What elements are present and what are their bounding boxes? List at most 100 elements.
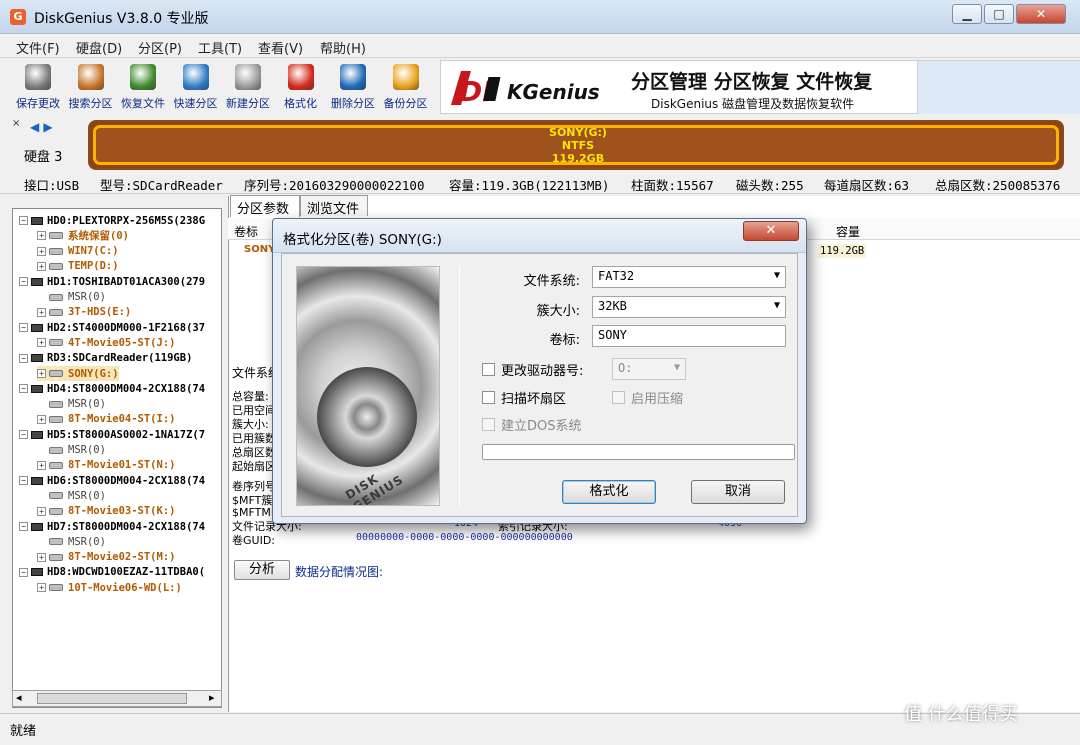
tab-browse-files[interactable]: 浏览文件 — [300, 195, 368, 217]
tree-partition-node[interactable]: + 系统保留(0) — [37, 228, 129, 243]
tree-expander-icon[interactable]: + — [37, 460, 46, 470]
enable-compression-checkbox[interactable] — [612, 391, 625, 404]
tree-expander-icon[interactable]: + — [37, 231, 46, 241]
tree-disk-node[interactable]: − HD2:ST4000DM000-1F2168(37 — [19, 320, 205, 335]
partition-bar-fs: NTFS — [561, 139, 595, 152]
tree-partition-node[interactable]: +10T-Movie06-WD(L:) — [37, 580, 182, 595]
menu-tools[interactable]: 工具(T) — [198, 38, 242, 57]
recover-box-icon — [130, 64, 156, 90]
tree-disk-node[interactable]: − HD8:WDCWD100EZAZ-11TDBA0( — [19, 565, 205, 580]
tree-expander-icon[interactable]: + — [37, 414, 46, 424]
tree-expander-icon[interactable]: + — [37, 246, 46, 256]
scroll-right-icon[interactable]: ▸ — [209, 691, 215, 704]
tree-partition-node[interactable]: +8T-Movie04-ST(I:) — [37, 412, 175, 427]
tree-partition-node[interactable]: MSR(0) — [37, 397, 106, 412]
drive-letter-select[interactable]: O: ▼ — [612, 358, 686, 380]
tree-expander-icon[interactable]: − — [19, 522, 28, 531]
menu-view[interactable]: 查看(V) — [258, 38, 303, 57]
tree-horizontal-scrollbar[interactable]: ◂ ▸ — [12, 690, 222, 707]
scan-bad-sectors-checkbox[interactable] — [482, 391, 495, 404]
toolbar-button-2[interactable]: 搜索分区 — [65, 60, 117, 114]
menu-help[interactable]: 帮助(H) — [320, 38, 366, 57]
tree-partition-node[interactable]: +3T-HDS(E:) — [37, 305, 131, 320]
toolbar-button-7[interactable]: 删除分区 — [327, 60, 379, 114]
toolbar-button-8[interactable]: 备份分区 — [380, 60, 432, 114]
toolbar-button-6[interactable]: 格式化 — [275, 60, 327, 114]
tree-partition-node[interactable]: MSR(0) — [37, 534, 106, 549]
tree-disk-node[interactable]: − HD4:ST8000DM004-2CX188(74 — [19, 381, 205, 396]
change-drive-letter-checkbox[interactable] — [482, 363, 495, 376]
tree-partition-node[interactable]: MSR(0) — [37, 443, 106, 458]
tree-partition-node[interactable]: MSR(0) — [37, 290, 106, 305]
tree-expander-icon[interactable]: − — [19, 353, 28, 363]
tree-expander-icon[interactable]: − — [19, 323, 28, 333]
tree-expander-icon[interactable]: + — [37, 307, 46, 317]
tree-disk-node[interactable]: − HD6:ST8000DM004-2CX188(74 — [19, 473, 205, 488]
tab-partition-params[interactable]: 分区参数 — [230, 195, 300, 217]
tree-expander-icon[interactable]: + — [37, 261, 46, 271]
scroll-left-icon[interactable]: ◂ — [16, 691, 22, 704]
scan-bad-sectors-label[interactable]: 扫描坏扇区 — [501, 388, 566, 407]
column-volume[interactable]: 卷标 — [234, 223, 258, 240]
tree-partition-node[interactable]: +8T-Movie03-ST(K:) — [37, 504, 175, 519]
format-button[interactable]: 格式化 — [562, 480, 656, 504]
tree-expander-icon[interactable]: − — [19, 277, 28, 287]
tree-partition-node[interactable]: +8T-Movie02-ST(M:) — [37, 550, 175, 565]
tree-disk-node[interactable]: − HD5:ST8000AS0002-1NA17Z(7 — [19, 427, 205, 442]
disk-nav-arrows-icon[interactable]: ◀ ▶ — [30, 120, 53, 134]
hard-disk-icon — [31, 277, 43, 286]
scrollbar-thumb[interactable] — [37, 693, 187, 704]
tree-expander-icon[interactable]: − — [19, 476, 28, 486]
enable-compression-label[interactable]: 启用压缩 — [631, 388, 683, 407]
tree-disk-node[interactable]: − HD1:TOSHIBADT01ACA300(279 — [19, 274, 205, 289]
tree-expander-icon[interactable]: + — [37, 369, 46, 378]
toolbar-button-4[interactable]: 快速分区 — [170, 60, 222, 114]
minimize-button[interactable]: ▁ — [952, 4, 982, 24]
tree-disk-node[interactable]: − HD0:PLEXTORPX-256M5S(238G — [19, 213, 205, 228]
toolbar-button-3[interactable]: 恢复文件 — [117, 60, 169, 114]
change-drive-letter-label[interactable]: 更改驱动器号: — [501, 360, 583, 379]
tree-partition-node[interactable]: + WIN7(C:) — [37, 244, 119, 259]
partition-row-capacity[interactable]: 119.2GB — [818, 244, 867, 258]
cancel-button[interactable]: 取消 — [691, 480, 785, 504]
tree-expander-icon[interactable]: − — [19, 430, 28, 440]
tree-disk-node[interactable]: − RD3:SDCardReader(119GB) — [19, 351, 192, 366]
tree-expander-icon[interactable]: + — [37, 506, 46, 516]
tree-disk-node[interactable]: − HD7:ST8000DM004-2CX188(74 — [19, 519, 205, 534]
allocation-map-caption: 数据分配情况图: — [295, 565, 384, 579]
menu-file[interactable]: 文件(F) — [16, 38, 60, 57]
tree-expander-icon[interactable]: + — [37, 338, 46, 348]
tree-expander-icon[interactable]: − — [19, 216, 28, 225]
menu-partition[interactable]: 分区(P) — [138, 38, 182, 57]
hard-disk-icon — [31, 568, 43, 577]
close-window-button[interactable]: ✕ — [1016, 4, 1066, 24]
toolbar-button-1[interactable]: 保存更改 — [12, 60, 64, 114]
menu-disk[interactable]: 硬盘(D) — [76, 38, 122, 57]
dialog-close-button[interactable]: ✕ — [743, 221, 799, 241]
tree-node-label: WIN7(C:) — [68, 245, 119, 258]
maximize-button[interactable]: □ — [984, 4, 1014, 24]
toolbar-button-5[interactable]: 新建分区 — [222, 60, 274, 114]
tree-partition-node[interactable]: +8T-Movie01-ST(N:) — [37, 458, 175, 473]
filesystem-select[interactable]: FAT32 ▼ — [592, 266, 786, 288]
tree-expander-icon[interactable]: − — [19, 384, 28, 394]
tree-partition-node[interactable]: +4T-Movie05-ST(J:) — [37, 335, 175, 350]
column-capacity[interactable]: 容量 — [836, 223, 860, 240]
create-dos-checkbox[interactable] — [482, 418, 495, 431]
tree-partition-node[interactable]: MSR(0) — [37, 488, 106, 503]
disk-partition-bar[interactable]: SONY(G:) NTFS 119.2GB — [88, 120, 1064, 170]
close-pane-icon[interactable]: × — [12, 118, 20, 129]
cluster-size-select[interactable]: 32KB ▼ — [592, 296, 786, 318]
analyze-button[interactable]: 分析 — [234, 560, 290, 580]
partition-icon — [49, 584, 63, 592]
tree-expander-icon[interactable]: − — [19, 567, 28, 577]
tree-partition-node[interactable]: + SONY(G:) — [37, 366, 119, 381]
tree-partition-node[interactable]: + TEMP(D:) — [37, 259, 119, 274]
fs-detail-label: 起始扇区 — [232, 460, 276, 473]
tree-expander-icon[interactable]: + — [37, 583, 46, 593]
partition-icon — [49, 308, 63, 316]
tree-expander-icon[interactable]: + — [37, 552, 46, 562]
volume-label-input[interactable]: SONY — [592, 325, 786, 347]
create-dos-label[interactable]: 建立DOS系统 — [501, 415, 582, 434]
trash-icon — [340, 64, 366, 90]
